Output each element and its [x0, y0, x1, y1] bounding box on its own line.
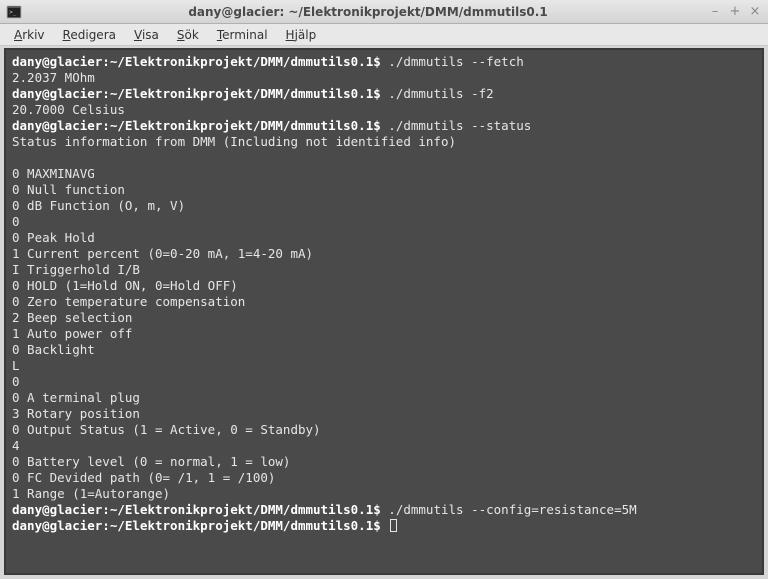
shell-prompt: dany@glacier:~/Elektronikprojekt/DMM/dmm…: [12, 86, 388, 101]
shell-output: 0 Output Status (1 = Active, 0 = Standby…: [12, 422, 321, 437]
menu-redigera[interactable]: Redigera: [55, 26, 124, 44]
terminal-app-icon: >_: [6, 4, 22, 20]
shell-output: 2 Beep selection: [12, 310, 132, 325]
shell-output: 0 dB Function (O, m, V): [12, 198, 185, 213]
shell-output: 1 Range (1=Autorange): [12, 486, 170, 501]
shell-prompt: dany@glacier:~/Elektronikprojekt/DMM/dmm…: [12, 54, 388, 69]
terminal-view[interactable]: dany@glacier:~/Elektronikprojekt/DMM/dmm…: [4, 48, 764, 575]
window-controls: – + ×: [708, 5, 762, 19]
maximize-button[interactable]: +: [728, 5, 742, 19]
menubar: Arkiv Redigera Visa Sök Terminal Hjälp: [0, 24, 768, 46]
shell-output: 0 HOLD (1=Hold ON, 0=Hold OFF): [12, 278, 238, 293]
shell-output: 1 Auto power off: [12, 326, 132, 341]
shell-output: 0: [12, 374, 20, 389]
shell-command: ./dmmutils -f2: [388, 86, 493, 101]
shell-prompt: dany@glacier:~/Elektronikprojekt/DMM/dmm…: [12, 518, 388, 533]
window-title: dany@glacier: ~/Elektronikprojekt/DMM/dm…: [28, 5, 708, 19]
shell-output: 0 Backlight: [12, 342, 95, 357]
shell-output: 1 Current percent (0=0-20 mA, 1=4-20 mA): [12, 246, 313, 261]
menu-arkiv[interactable]: Arkiv: [6, 26, 53, 44]
shell-output: I Triggerhold I/B: [12, 262, 140, 277]
menu-terminal[interactable]: Terminal: [209, 26, 276, 44]
shell-output: 0 A terminal plug: [12, 390, 140, 405]
shell-output: 3 Rotary position: [12, 406, 140, 421]
shell-output: 0 Null function: [12, 182, 125, 197]
menu-hjalp[interactable]: Hjälp: [278, 26, 325, 44]
titlebar: >_ dany@glacier: ~/Elektronikprojekt/DMM…: [0, 0, 768, 24]
shell-output: 0 Battery level (0 = normal, 1 = low): [12, 454, 290, 469]
shell-prompt: dany@glacier:~/Elektronikprojekt/DMM/dmm…: [12, 118, 388, 133]
svg-text:>_: >_: [9, 9, 17, 16]
shell-prompt: dany@glacier:~/Elektronikprojekt/DMM/dmm…: [12, 502, 388, 517]
shell-command: ./dmmutils --status: [388, 118, 531, 133]
shell-output: 2.2037 MOhm: [12, 70, 95, 85]
shell-command: ./dmmutils --fetch: [388, 54, 523, 69]
shell-output: Status information from DMM (Including n…: [12, 134, 456, 149]
shell-output: 20.7000 Celsius: [12, 102, 125, 117]
shell-output: 4: [12, 438, 20, 453]
shell-output: L: [12, 358, 20, 373]
menu-sok[interactable]: Sök: [169, 26, 207, 44]
shell-output: 0 Peak Hold: [12, 230, 95, 245]
cursor: [390, 519, 397, 532]
menu-visa[interactable]: Visa: [126, 26, 167, 44]
shell-output: 0 FC Devided path (0= /1, 1 = /100): [12, 470, 275, 485]
shell-command: ./dmmutils --config=resistance=5M: [388, 502, 636, 517]
close-button[interactable]: ×: [748, 5, 762, 19]
minimize-button[interactable]: –: [708, 5, 722, 19]
shell-output: 0 MAXMINAVG: [12, 166, 95, 181]
shell-output: 0: [12, 214, 20, 229]
shell-output: 0 Zero temperature compensation: [12, 294, 245, 309]
